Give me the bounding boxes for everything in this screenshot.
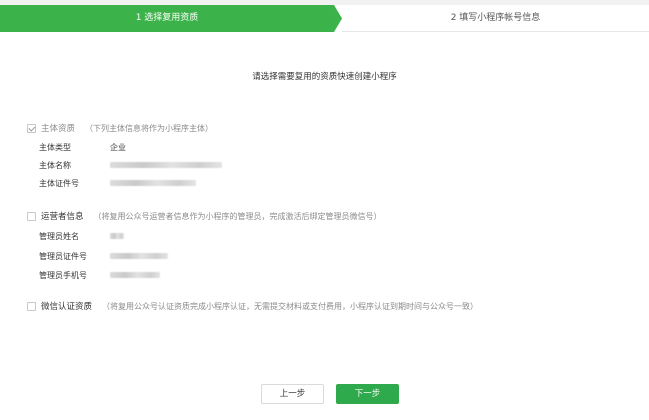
admin-id-row: 管理员证件号	[39, 250, 168, 262]
step-progress-bar: 1 选择复用资质 2 填写小程序帐号信息	[0, 5, 649, 32]
step-divider	[342, 31, 649, 32]
step-2-label: 2 填写小程序帐号信息	[450, 13, 541, 23]
admin-phone-label: 管理员手机号	[39, 270, 87, 280]
wechat-verify-note: （将复用公众号认证资质完成小程序认证，无需提交材料或支付费用，小程序认证到期时间…	[102, 301, 479, 311]
prev-step-button[interactable]: 上一步	[261, 384, 324, 404]
entity-type-row: 主体类型 企业	[39, 141, 126, 153]
step-1-label: 1 选择复用资质	[135, 13, 199, 23]
wechat-verify-checkbox[interactable]	[27, 301, 36, 311]
admin-phone-value-redacted	[110, 272, 160, 278]
wechat-verify-title: 微信认证资质	[41, 302, 93, 312]
entity-note: （下列主体信息将作为小程序主体）	[85, 123, 214, 133]
entity-name-label: 主体名称	[39, 160, 71, 170]
next-step-button[interactable]: 下一步	[336, 384, 399, 404]
operator-section-header: 运营者信息 （将复用公众号运营者信息作为小程序的管理员，完成激活后绑定管理员微信…	[27, 209, 382, 223]
admin-name-value-redacted	[110, 233, 124, 239]
operator-checkbox[interactable]	[27, 211, 36, 221]
operator-title: 运营者信息	[41, 212, 84, 222]
operator-note: （将复用公众号运营者信息作为小程序的管理员，完成激活后绑定管理员微信号）	[93, 211, 382, 221]
entity-title: 主体资质	[41, 124, 76, 134]
intro-text: 请选择需要复用的资质快速创建小程序	[252, 72, 397, 82]
wechat-verify-section-header: 微信认证资质 （将复用公众号认证资质完成小程序认证，无需提交材料或支付费用，小程…	[27, 299, 478, 313]
entity-type-label: 主体类型	[39, 142, 71, 152]
entity-id-label: 主体证件号	[39, 178, 79, 188]
entity-name-value-redacted	[110, 162, 222, 168]
entity-id-row: 主体证件号	[39, 177, 196, 189]
admin-name-label: 管理员姓名	[39, 231, 79, 241]
entity-checkbox[interactable]	[27, 123, 36, 133]
entity-section-header: 主体资质 （下列主体信息将作为小程序主体）	[27, 121, 213, 135]
step-1: 1 选择复用资质	[0, 5, 342, 32]
admin-name-row: 管理员姓名	[39, 230, 124, 242]
admin-phone-row: 管理员手机号	[39, 269, 160, 281]
entity-name-row: 主体名称	[39, 159, 222, 171]
entity-type-value: 企业	[110, 142, 126, 152]
entity-id-value-redacted	[110, 180, 196, 186]
admin-id-value-redacted	[110, 253, 168, 259]
admin-id-label: 管理员证件号	[39, 251, 87, 261]
